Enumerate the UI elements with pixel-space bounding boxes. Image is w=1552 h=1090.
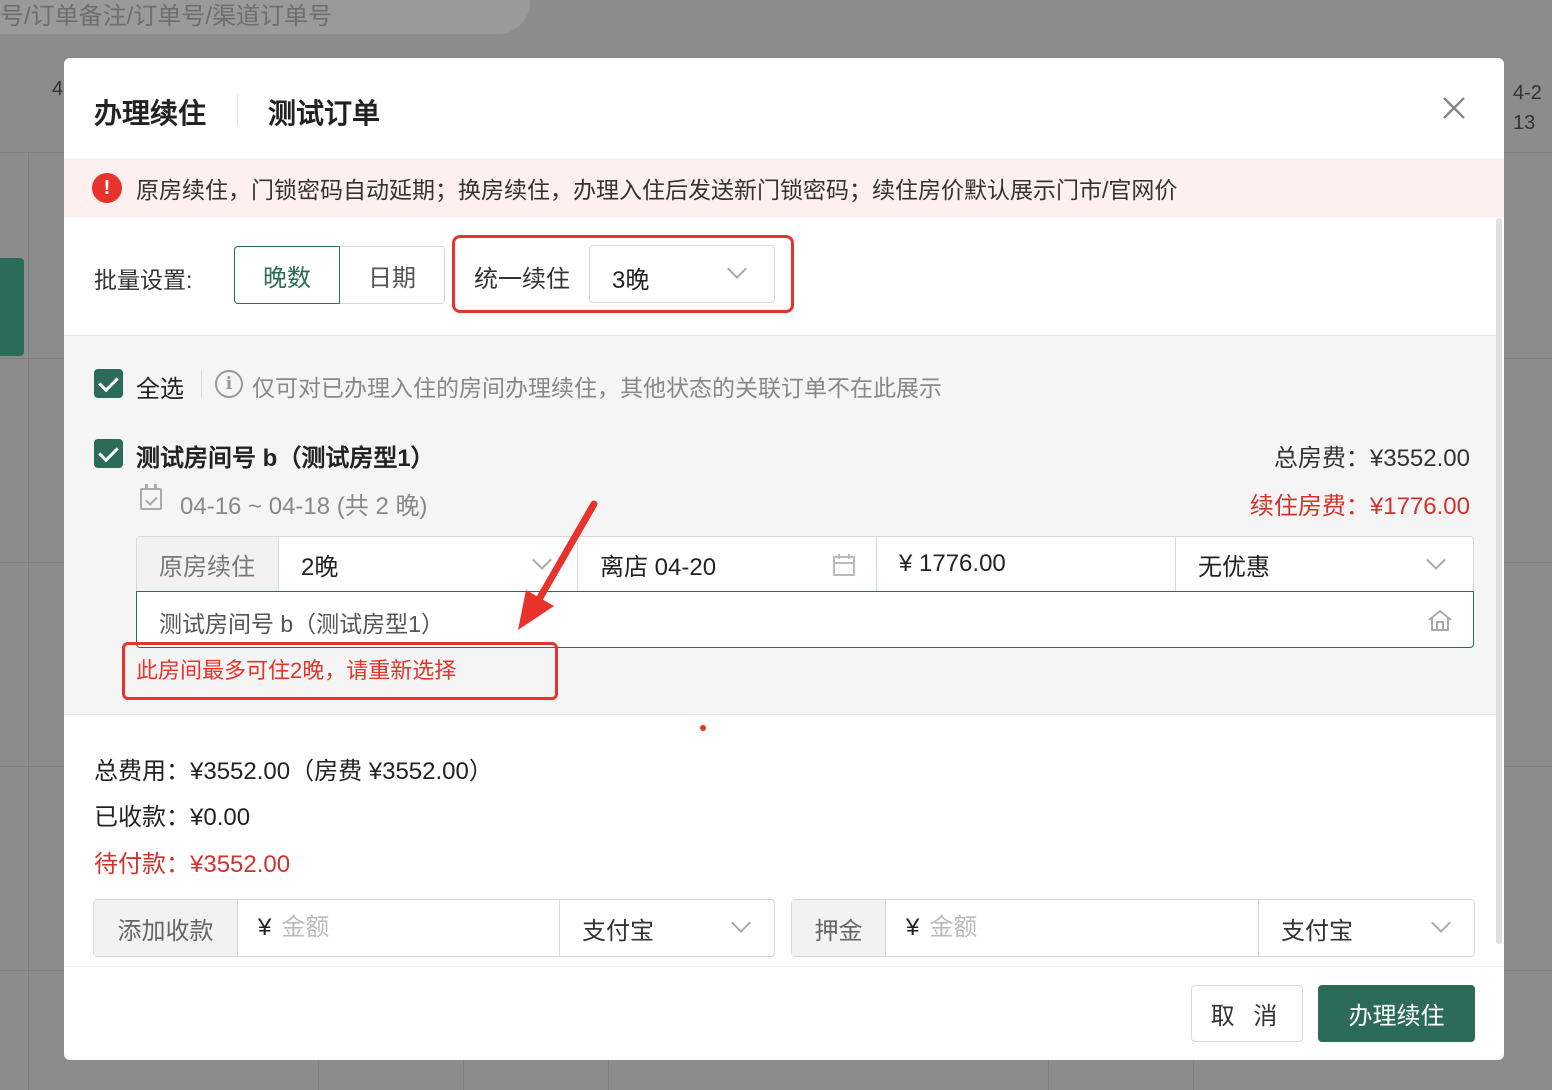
room-select-value: 测试房间号 b（测试房型1） [159, 611, 444, 637]
renew-mode-label: 原房续住 [137, 537, 279, 591]
calendar-icon [833, 554, 855, 576]
received-amount: 已收款：¥0.00 [94, 804, 251, 831]
deposit-row: 押金 ¥ 支付宝 [791, 899, 1475, 957]
modal-title: 办理续住 [94, 98, 207, 129]
payment-method-select[interactable]: 支付宝 [560, 900, 774, 956]
renew-room-fee: 续住房费：¥1776.00 [1249, 493, 1470, 520]
deposit-amount-field: ¥ [886, 900, 1259, 956]
house-icon [1428, 609, 1452, 631]
pending-amount: 待付款：¥3552.00 [94, 851, 291, 878]
deposit-method-select[interactable]: 支付宝 [1259, 900, 1474, 956]
chevron-down-icon [731, 913, 751, 933]
background-date-header-right: 4-2 13 [1513, 78, 1542, 138]
renew-input-row: 原房续住 2晚 离店 04-20 ¥ 1776.00 无优惠 [136, 536, 1474, 592]
room-price-input[interactable]: ¥ 1776.00 [877, 537, 1176, 591]
unified-renew-label: 统一续住 [474, 266, 570, 293]
modal-subtitle: 测试订单 [268, 98, 381, 129]
add-payment-label: 添加收款 [94, 900, 238, 956]
discount-select[interactable]: 无优惠 [1176, 537, 1473, 591]
exclamation-icon: ! [92, 173, 122, 203]
calendar-check-icon [140, 484, 162, 510]
tab-nights[interactable]: 晚数 [234, 246, 340, 304]
divider [201, 370, 202, 398]
notice-banner: ! 原房续住，门锁密码自动延期；换房续住，办理入住后发送新门锁密码；续住房价默认… [64, 159, 1504, 217]
room-list-section: 全选 i 仅可对已办理入住的房间办理续住，其他状态的关联订单不在此展示 测试房间… [64, 335, 1500, 715]
discount-value: 无优惠 [1198, 553, 1270, 581]
deposit-label: 押金 [792, 900, 886, 956]
renew-stay-modal: 办理续住 测试订单 ! 原房续住，门锁密码自动延期；换房续住，办理入住后发送新门… [64, 58, 1504, 1060]
total-cost: 总费用：¥3552.00（房费 ¥3552.00） [94, 758, 493, 785]
payment-amount-field: ¥ [238, 900, 560, 956]
close-icon[interactable] [1440, 94, 1468, 122]
add-payment-row: 添加收款 ¥ 支付宝 [93, 899, 775, 957]
total-room-fee: 总房费：¥3552.00 [1273, 445, 1470, 472]
payment-amount-input[interactable] [281, 914, 482, 942]
chevron-down-icon [727, 259, 747, 279]
departure-date-value: 离店 04-20 [600, 553, 717, 581]
annotation-dot [700, 725, 706, 731]
modal-header: 办理续住 测试订单 [64, 58, 1504, 159]
room-select[interactable]: 测试房间号 b（测试房型1） [136, 591, 1474, 648]
batch-settings-row: 批量设置: 晚数 日期 统一续住 3晚 [64, 217, 1504, 335]
submit-renew-button[interactable]: 办理续住 [1318, 985, 1475, 1042]
room-price-value: ¥ 1776.00 [899, 550, 1006, 577]
departure-date-picker[interactable]: 离店 04-20 [578, 537, 877, 591]
background-date-right-line2: 13 [1513, 112, 1536, 134]
info-text: 仅可对已办理入住的房间办理续住，其他状态的关联订单不在此展示 [252, 375, 942, 401]
select-all-checkbox[interactable] [94, 369, 123, 398]
annotation-arrow-icon [518, 500, 598, 630]
footer-divider [64, 966, 1504, 967]
batch-settings-label: 批量设置: [94, 267, 193, 293]
nights-value: 2晚 [301, 553, 339, 581]
background-date-right-line1: 4-2 [1513, 82, 1542, 104]
background-search-input: 号/订单备注/订单号/渠道订单号 [0, 0, 530, 34]
room-checkbox[interactable] [94, 439, 123, 468]
background-date-header: 4 [52, 78, 64, 100]
unified-nights-select[interactable]: 3晚 [589, 245, 775, 303]
scrollbar[interactable] [1496, 218, 1502, 944]
info-icon: i [215, 370, 243, 398]
select-all-label: 全选 [136, 376, 184, 403]
room-title: 测试房间号 b（测试房型1） [136, 445, 435, 472]
tab-date[interactable]: 日期 [340, 246, 445, 304]
stay-date-range: 04-16 ~ 04-18 (共 2 晚) [180, 493, 428, 520]
deposit-amount-input[interactable] [929, 914, 1130, 942]
currency-symbol: ¥ [258, 914, 272, 941]
chevron-down-icon [1426, 550, 1446, 570]
deposit-method-value: 支付宝 [1281, 917, 1353, 945]
background-booking-block [0, 258, 24, 356]
cancel-button[interactable]: 取 消 [1191, 985, 1303, 1042]
annotation-highlight-box [122, 642, 558, 700]
unified-nights-value: 3晚 [612, 267, 650, 294]
currency-symbol: ¥ [906, 914, 920, 941]
title-divider [237, 94, 238, 124]
chevron-down-icon [1431, 913, 1451, 933]
payment-method-value: 支付宝 [582, 917, 654, 945]
notice-text: 原房续住，门锁密码自动延期；换房续住，办理入住后发送新门锁密码；续住房价默认展示… [136, 177, 1178, 203]
